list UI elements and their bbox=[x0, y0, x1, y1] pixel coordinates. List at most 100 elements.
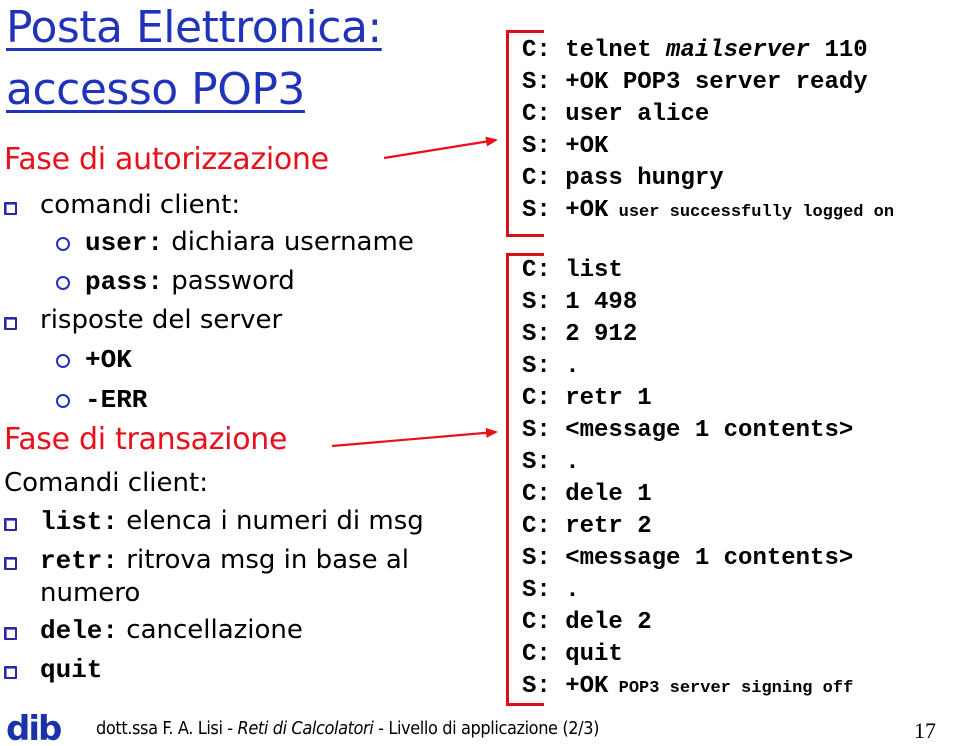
dialog-line-text: 110 bbox=[810, 37, 868, 64]
dialog-line-prefix: S: bbox=[522, 289, 566, 316]
dialog-line-text: quit bbox=[565, 641, 623, 668]
footer-author: dott.ssa F. A. Lisi - bbox=[96, 718, 238, 739]
transaction-item-dele: dele: cancellazione bbox=[40, 615, 303, 646]
dialog-line-text: list bbox=[565, 257, 623, 284]
transaction-dialog: C: list S: 1 498 S: 2 912 S: . C: retr 1 S: <… bbox=[522, 255, 853, 705]
item-code: quit bbox=[40, 655, 103, 685]
item-code: user: bbox=[85, 228, 164, 258]
dialog-line-text: pass hungry bbox=[565, 165, 724, 192]
dialog-line-prefix: S: bbox=[522, 417, 566, 444]
auth-item-client-commands: comandi client: bbox=[40, 190, 240, 220]
circle-bullet-icon bbox=[56, 354, 70, 368]
footer-topic: - Livello di applicazione (2/3) bbox=[373, 718, 600, 739]
dialog-line-prefix: C: bbox=[522, 37, 566, 64]
auth-phase-heading: Fase di autorizzazione bbox=[4, 142, 329, 177]
item-text: comandi client: bbox=[40, 190, 241, 220]
square-bullet-icon bbox=[4, 666, 17, 679]
circle-bullet-icon bbox=[56, 394, 70, 408]
dialog-line: S: <message 1 contents> bbox=[522, 415, 853, 447]
item-text: password bbox=[163, 266, 295, 296]
item-code: list: bbox=[40, 507, 119, 537]
dialog-line-prefix: C: bbox=[522, 165, 566, 192]
dialog-line-prefix: S: bbox=[522, 673, 566, 700]
square-bullet-icon bbox=[4, 557, 17, 570]
dialog-line: C: retr 2 bbox=[522, 511, 853, 543]
item-text: risposte del server bbox=[40, 305, 283, 335]
item-code: -ERR bbox=[85, 385, 148, 415]
item-code: +OK bbox=[85, 345, 132, 375]
dialog-line-text: . bbox=[565, 449, 580, 476]
item-text: dichiara username bbox=[163, 227, 414, 257]
dialog-line-text: dele 2 bbox=[565, 609, 652, 636]
dialog-line: C: telnet mailserver 110 bbox=[522, 35, 894, 67]
dialog-line-prefix: C: bbox=[522, 513, 566, 540]
transaction-item-retr-continuation: numero bbox=[40, 578, 141, 608]
auth-item-server-responses: risposte del server bbox=[40, 305, 282, 335]
dialog-line-prefix: C: bbox=[522, 257, 566, 284]
square-bullet-icon bbox=[4, 518, 17, 531]
dialog-line-prefix: C: bbox=[522, 385, 566, 412]
dialog-line-prefix: S: bbox=[522, 69, 566, 96]
dialog-line: C: quit bbox=[522, 639, 853, 671]
slide-title-line-1: Posta Elettronica: bbox=[6, 2, 382, 53]
transaction-phase-heading: Fase di transazione bbox=[4, 422, 288, 457]
dialog-line-text: retr 1 bbox=[565, 385, 652, 412]
dialog-line: S: <message 1 contents> bbox=[522, 543, 853, 575]
dialog-line-prefix: S: bbox=[522, 545, 566, 572]
dialog-line: C: pass hungry bbox=[522, 163, 894, 195]
dialog-line: C: dele 1 bbox=[522, 479, 853, 511]
item-text: cancellazione bbox=[118, 615, 303, 645]
slide-title-line-2: accesso POP3 bbox=[6, 64, 305, 115]
item-code: pass: bbox=[85, 267, 164, 297]
circle-bullet-icon bbox=[56, 237, 70, 251]
dialog-line-text: <message 1 contents> bbox=[565, 417, 854, 444]
dib-logo: dib bbox=[6, 712, 63, 744]
dialog-line-text: user successfully logged on bbox=[608, 203, 895, 222]
transaction-item-retr: retr: ritrova msg in base al bbox=[40, 545, 409, 576]
transaction-arrow-icon bbox=[331, 427, 498, 448]
square-bullet-icon bbox=[4, 317, 17, 330]
dialog-line-text: POP3 server signing off bbox=[608, 679, 854, 698]
dialog-line-text: telnet bbox=[565, 37, 667, 64]
dialog-line-prefix: S: bbox=[522, 449, 566, 476]
dialog-line: S: 2 912 bbox=[522, 319, 853, 351]
square-bullet-icon bbox=[4, 202, 17, 215]
dialog-line: S: . bbox=[522, 447, 853, 479]
dialog-line-prefix: C: bbox=[522, 641, 566, 668]
transaction-item-quit: quit bbox=[40, 654, 102, 685]
dialog-line-prefix: C: bbox=[522, 609, 566, 636]
auth-dialog: C: telnet mailserver 110 S: +OK POP3 serv… bbox=[522, 35, 894, 229]
dialog-line: S: +OK POP3 server ready bbox=[522, 67, 894, 99]
dialog-line: C: retr 1 bbox=[522, 383, 853, 415]
auth-item-user: user: dichiara username bbox=[85, 227, 414, 258]
dialog-line: S: +OK user successfully logged on bbox=[522, 195, 894, 229]
footer-caption: dott.ssa F. A. Lisi - Reti di Calcolator… bbox=[96, 718, 599, 739]
dialog-line-text: 1 498 bbox=[565, 289, 638, 316]
dialog-line-text: +OK bbox=[565, 197, 609, 224]
dialog-line-text: retr 2 bbox=[565, 513, 652, 540]
footer-course: Reti di Calcolatori bbox=[237, 718, 374, 739]
item-code: retr: bbox=[40, 546, 119, 576]
auth-item-err: -ERR bbox=[85, 384, 147, 415]
transaction-item-list: list: elenca i numeri di msg bbox=[40, 506, 424, 537]
dialog-line: C: user alice bbox=[522, 99, 894, 131]
dialog-line-text: mailserver bbox=[666, 37, 811, 64]
page-number: 17 bbox=[914, 718, 936, 743]
item-text: elenca i numeri di msg bbox=[118, 506, 424, 536]
dib-logo-text: dib bbox=[6, 712, 61, 744]
circle-bullet-icon bbox=[56, 276, 70, 290]
dialog-line-prefix: S: bbox=[522, 321, 566, 348]
dialog-line-prefix: S: bbox=[522, 197, 566, 224]
dialog-line-text: <message 1 contents> bbox=[565, 545, 854, 572]
dialog-line: C: list bbox=[522, 255, 853, 287]
dialog-line-text: dele 1 bbox=[565, 481, 652, 508]
transaction-intro: Comandi client: bbox=[4, 468, 208, 498]
dialog-line-prefix: S: bbox=[522, 133, 566, 160]
dialog-line-text: +OK POP3 server ready bbox=[565, 69, 868, 96]
dialog-line: S: . bbox=[522, 351, 853, 383]
dialog-line: S: +OK POP3 server signing off bbox=[522, 671, 853, 705]
auth-item-ok: +OK bbox=[85, 344, 132, 375]
dialog-line-text: 2 912 bbox=[565, 321, 638, 348]
auth-item-pass: pass: password bbox=[85, 266, 295, 297]
dialog-line-prefix: C: bbox=[522, 481, 566, 508]
